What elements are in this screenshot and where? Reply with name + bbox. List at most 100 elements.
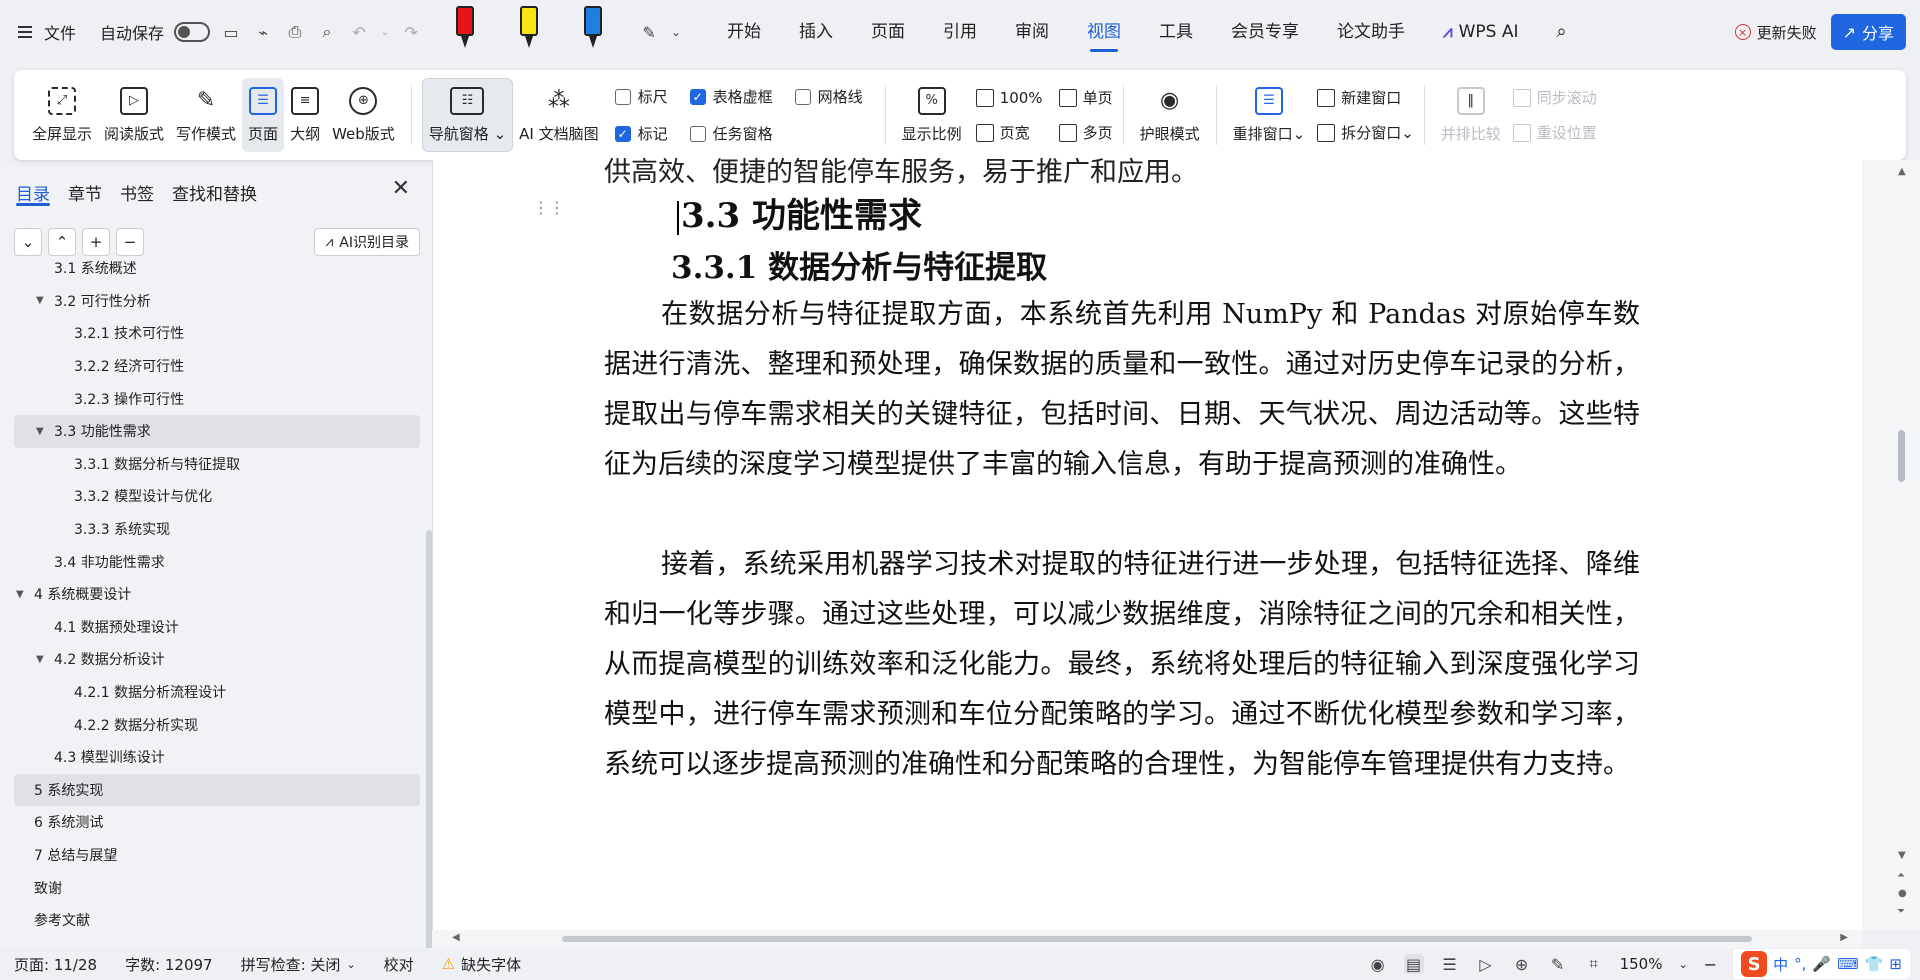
pen-dropdown-icon[interactable]: ⌄ [670, 21, 682, 43]
print-preview-icon[interactable]: ⌕ [316, 21, 338, 43]
toolbox-icon[interactable]: ⊞ [1889, 955, 1902, 973]
yellow-highlighter-icon[interactable] [516, 6, 542, 52]
toc-item[interactable]: 3.3.3 系统实现 [14, 513, 420, 546]
heading-3-3-1[interactable]: 3.3.1 数据分析与特征提取 [671, 242, 1047, 287]
horizontal-scrollbar[interactable]: ◀ ▶ [432, 930, 1862, 948]
marks-checkbox[interactable]: ✓ 标记 [614, 123, 668, 144]
zoom-100-button[interactable]: 100% [975, 87, 1043, 108]
ruler-checkbox[interactable]: 标尺 [614, 86, 668, 107]
close-icon[interactable]: ✕ [392, 176, 410, 201]
toc-item[interactable]: 3.2.1 技术可行性 [14, 317, 420, 350]
eye-care-button[interactable]: ◉ 护眼模式 [1134, 78, 1206, 152]
toc-item[interactable]: 4.3 模型训练设计 [14, 741, 420, 774]
vertical-scroll-thumb[interactable] [1898, 430, 1905, 482]
toc-item[interactable]: 3.4 非功能性需求 [14, 545, 420, 578]
zoom-level[interactable]: 150% [1620, 955, 1663, 973]
page-width-button[interactable]: 页宽 [975, 122, 1043, 143]
heading-3-3[interactable]: 3.3 功能性需求 [677, 188, 922, 237]
tab-view[interactable]: 视图 [1068, 0, 1140, 64]
spellcheck-toggle[interactable]: 拼写检查: 关闭 ⌄ [227, 954, 370, 975]
split-window-button[interactable]: 拆分窗口⌄ [1317, 122, 1414, 143]
toc-item[interactable]: ▼ 4.2 数据分析设计 [14, 643, 420, 676]
undo-icon[interactable]: ↶ [348, 21, 370, 43]
outline-button[interactable]: ≡ 大纲 [284, 78, 326, 152]
toc-item[interactable]: 3.1 系统概述 [14, 252, 420, 285]
side-by-side-button[interactable]: ‖ 并排比较 [1435, 78, 1507, 152]
horizontal-scroll-thumb[interactable] [562, 936, 1752, 942]
drag-handle-icon[interactable]: ⋮⋮ [533, 200, 565, 216]
single-page-button[interactable]: 单页 [1058, 87, 1113, 108]
next-page-icon[interactable]: ⏷ [1897, 906, 1905, 917]
tab-insert[interactable]: 插入 [780, 0, 852, 64]
nav-pane-button[interactable]: ☷ 导航窗格 ⌄ [421, 78, 514, 152]
toc-item[interactable]: ▼ 3.3 功能性需求 [14, 414, 420, 448]
microphone-icon[interactable]: 🎤 [1812, 955, 1831, 973]
prev-page-icon[interactable]: ⏶ [1897, 870, 1905, 881]
scroll-right-icon[interactable]: ▶ [1840, 932, 1848, 943]
paragraph-1[interactable]: 在数据分析与特征提取方面，本系统首先利用 NumPy 和 Pandas 对原始停… [604, 290, 1640, 490]
word-count[interactable]: 字数: 12097 [111, 954, 227, 975]
fullscreen-button[interactable]: ⤢ 全屏显示 [26, 78, 98, 152]
tab-tools[interactable]: 工具 [1140, 0, 1212, 64]
gridlines-checkbox[interactable]: 网格线 [794, 86, 863, 107]
redo-icon[interactable]: ↷ [400, 21, 422, 43]
toc-item[interactable]: 5 系统实现 [14, 773, 420, 807]
pen-tool-icon[interactable]: ✎ [638, 21, 660, 43]
tab-bookmarks[interactable]: 书签 [120, 180, 154, 205]
reset-position-button[interactable]: 重设位置 [1512, 122, 1597, 143]
tab-chapters[interactable]: 章节 [68, 180, 102, 205]
new-window-button[interactable]: 新建窗口 [1317, 87, 1414, 108]
red-highlighter-icon[interactable] [452, 6, 478, 52]
play-icon[interactable]: ▷ [1476, 954, 1496, 974]
toc-item[interactable]: 3.2.3 操作可行性 [14, 382, 420, 415]
paragraph-2[interactable]: 接着，系统采用机器学习技术对提取的特征进行进一步处理，包括特征选择、降维和归一化… [604, 540, 1640, 790]
toc-item[interactable]: 4.2.2 数据分析实现 [14, 708, 420, 741]
share-button[interactable]: ↗ 分享 [1830, 14, 1906, 50]
print-icon[interactable]: ⎙ [284, 21, 306, 43]
tab-thesis-assistant[interactable]: 论文助手 [1318, 0, 1424, 64]
outline-view-icon[interactable]: ☰ [1440, 954, 1460, 974]
tab-wps-ai[interactable]: ⩘ WPS AI [1424, 0, 1538, 64]
collapse-arrow-icon[interactable]: ▼ [36, 654, 50, 665]
scroll-up-icon[interactable]: ▲ [1898, 166, 1906, 177]
scroll-left-icon[interactable]: ◀ [452, 932, 460, 943]
collapse-arrow-icon[interactable]: ▼ [36, 295, 50, 306]
toc-item[interactable]: ▼ 4 系统概要设计 [14, 578, 420, 611]
proofread-button[interactable]: 校对 [370, 954, 428, 975]
sync-scroll-button[interactable]: 同步滚动 [1512, 87, 1597, 108]
table-gridlines-checkbox[interactable]: ✓ 表格虚框 [689, 86, 773, 107]
zoom-out-icon[interactable]: − [1704, 955, 1717, 974]
autosave-toggle[interactable] [174, 22, 211, 42]
zoom-dropdown-icon[interactable]: ⌄ [1678, 958, 1687, 971]
collapse-arrow-icon[interactable]: ▼ [16, 589, 30, 600]
tab-page[interactable]: 页面 [852, 0, 924, 64]
toc-item[interactable]: 致谢 [14, 871, 420, 904]
tab-membership[interactable]: 会员专享 [1212, 0, 1318, 64]
toc-item[interactable]: 参考文献 [14, 904, 420, 934]
web-layout-button[interactable]: ⊕ Web版式 [326, 78, 401, 152]
missing-font-button[interactable]: ⚠ 缺失字体 [428, 954, 535, 975]
tab-references[interactable]: 引用 [924, 0, 996, 64]
collapse-arrow-icon[interactable]: ▼ [36, 426, 50, 437]
tab-toc[interactable]: 目录 [16, 180, 50, 205]
ime-language[interactable]: 中 [1773, 954, 1788, 975]
ai-mindmap-button[interactable]: ⁂ AI 文档脑图 [513, 78, 604, 152]
multi-page-button[interactable]: 多页 [1058, 122, 1113, 143]
eye-care-icon[interactable]: ◉ [1368, 954, 1388, 974]
blue-highlighter-icon[interactable] [580, 6, 606, 52]
page-view-icon[interactable]: ▤ [1403, 954, 1424, 974]
format-painter-icon[interactable]: ⌁ [252, 21, 274, 43]
punctuation-icon[interactable]: °, [1794, 955, 1806, 973]
update-failed-button[interactable]: × 更新失败 [1734, 22, 1817, 43]
toc-item[interactable]: 3.3.2 模型设计与优化 [14, 480, 420, 513]
skin-icon[interactable]: 👕 [1865, 955, 1884, 973]
task-pane-checkbox[interactable]: 任务窗格 [689, 123, 773, 144]
tab-find-replace[interactable]: 查找和替换 [172, 180, 257, 205]
page-view-button[interactable]: ☰ 页面 [242, 78, 285, 152]
toc-item[interactable]: 3.3.1 数据分析与特征提取 [14, 448, 420, 481]
keyboard-icon[interactable]: ⌨ [1837, 955, 1859, 973]
search-button[interactable]: ⌕ [1538, 0, 1586, 64]
web-view-icon[interactable]: ⊕ [1512, 954, 1532, 974]
toc-item[interactable]: ▼ 3.2 可行性分析 [14, 285, 420, 318]
vertical-scrollbar[interactable]: ▲ ▼ ⏶ ● ⏷ [1862, 160, 1920, 930]
